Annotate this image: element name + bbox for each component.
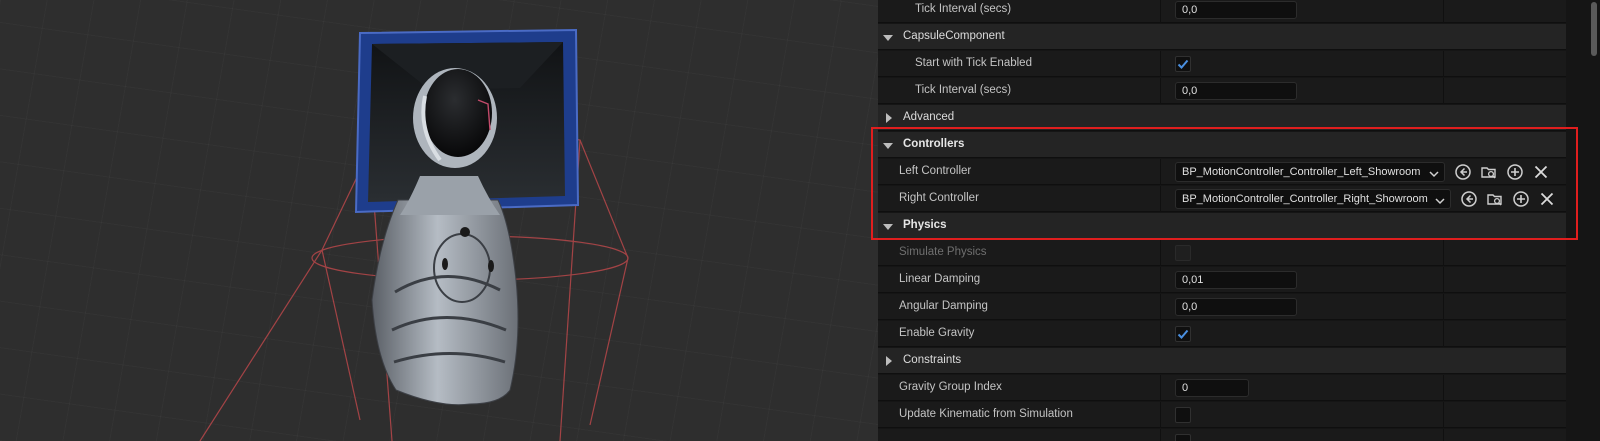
row-start-tick: Start with Tick Enabled xyxy=(878,51,1566,77)
property-label-gravity-group: Gravity Group Index xyxy=(899,381,1002,393)
property-value-cell xyxy=(1161,429,1444,441)
property-value-cell: 0 xyxy=(1161,375,1444,401)
partial-row-checkbox[interactable] xyxy=(1175,434,1191,441)
row-tick-interval-1: Tick Interval (secs) 0,0 xyxy=(878,0,1566,23)
row-constraints[interactable]: Constraints xyxy=(878,348,1566,374)
left-controller-asset-picker[interactable]: BP_MotionController_Controller_Left_Show… xyxy=(1175,162,1445,182)
chevron-down-icon xyxy=(1435,195,1445,208)
row-controllers[interactable]: Controllers xyxy=(878,132,1566,158)
property-label-tick-interval-1: Tick Interval (secs) xyxy=(915,3,1012,15)
expand-arrow-down-icon[interactable] xyxy=(883,224,893,230)
angular-damping-input[interactable]: 0,0 xyxy=(1175,298,1297,316)
simulate-physics-checkbox xyxy=(1175,245,1191,261)
property-label-start-tick: Start with Tick Enabled xyxy=(915,57,1032,69)
property-name-cell: Tick Interval (secs) xyxy=(878,0,1161,23)
property-label-right-controller: Right Controller xyxy=(899,192,979,204)
category-label-physics: Physics xyxy=(903,219,947,231)
add-icon[interactable] xyxy=(1512,190,1530,208)
row-tick-interval-2: Tick Interval (secs) 0,0 xyxy=(878,78,1566,104)
property-label-tick-interval-2: Tick Interval (secs) xyxy=(915,84,1012,96)
row-partial-row xyxy=(878,429,1566,441)
tick-interval-1-input[interactable]: 0,0 xyxy=(1175,1,1297,19)
browse-asset-icon[interactable] xyxy=(1454,163,1472,181)
row-right-controller: Right Controller BP_MotionController_Cont… xyxy=(878,186,1566,212)
category-label-controllers: Controllers xyxy=(903,138,965,150)
row-update-kinematic: Update Kinematic from Simulation xyxy=(878,402,1566,428)
tick-interval-2-input[interactable]: 0,0 xyxy=(1175,82,1297,100)
property-value-cell: 0,01 xyxy=(1161,267,1444,293)
property-label-enable-gravity: Enable Gravity xyxy=(899,327,975,339)
row-linear-damping: Linear Damping 0,01 xyxy=(878,267,1566,293)
property-name-cell xyxy=(878,429,1161,441)
details-panel: Tick Interval (secs) 0,0 CapsuleComponent S… xyxy=(878,0,1600,441)
right-controller-asset-picker[interactable]: BP_MotionController_Controller_Right_Sho… xyxy=(1175,189,1451,209)
property-value-cell: 0,0 xyxy=(1161,294,1444,320)
property-label-angular-damping: Angular Damping xyxy=(899,300,988,312)
property-label-left-controller: Left Controller xyxy=(899,165,972,177)
row-advanced[interactable]: Advanced xyxy=(878,105,1566,131)
expand-arrow-right-icon[interactable] xyxy=(886,356,892,366)
row-simulate-physics: Simulate Physics xyxy=(878,240,1566,266)
expand-arrow-down-icon[interactable] xyxy=(883,143,893,149)
row-gravity-group: Gravity Group Index 0 xyxy=(878,375,1566,401)
chevron-down-icon xyxy=(1429,168,1439,181)
start-tick-checkbox[interactable] xyxy=(1175,56,1191,72)
gravity-group-input[interactable]: 0 xyxy=(1175,379,1249,397)
row-angular-damping: Angular Damping 0,0 xyxy=(878,294,1566,320)
property-value-cell: 0,0 xyxy=(1161,0,1444,23)
property-value-cell xyxy=(1161,321,1444,347)
row-physics[interactable]: Physics xyxy=(878,213,1566,239)
update-kinematic-checkbox[interactable] xyxy=(1175,407,1191,423)
property-name-cell: Enable Gravity xyxy=(878,321,1161,347)
property-name-cell: Tick Interval (secs) xyxy=(878,78,1161,104)
property-name-cell: Update Kinematic from Simulation xyxy=(878,402,1161,428)
category-label-capsule: CapsuleComponent xyxy=(903,30,1005,42)
expand-arrow-down-icon[interactable] xyxy=(883,35,893,41)
details-scrollbar[interactable] xyxy=(1590,0,1598,441)
property-name-cell: Left Controller xyxy=(878,159,1161,185)
category-label-advanced: Advanced xyxy=(903,111,955,123)
category-label-constraints: Constraints xyxy=(903,354,962,366)
property-value-cell: BP_MotionController_Controller_Right_Sho… xyxy=(1161,186,1451,212)
row-enable-gravity: Enable Gravity xyxy=(878,321,1566,347)
property-name-cell: Linear Damping xyxy=(878,267,1161,293)
linear-damping-input[interactable]: 0,01 xyxy=(1175,271,1297,289)
property-name-cell: Simulate Physics xyxy=(878,240,1161,266)
property-label-linear-damping: Linear Damping xyxy=(899,273,981,285)
property-name-cell: Angular Damping xyxy=(878,294,1161,320)
property-label-simulate-physics: Simulate Physics xyxy=(899,246,987,258)
property-value-cell: BP_MotionController_Controller_Left_Show… xyxy=(1161,159,1445,185)
property-name-cell: Gravity Group Index xyxy=(878,375,1161,401)
left-controller-asset-name: BP_MotionController_Controller_Left_Show… xyxy=(1182,166,1421,178)
property-value-cell xyxy=(1161,51,1444,77)
property-value-cell xyxy=(1161,402,1444,428)
add-icon[interactable] xyxy=(1506,163,1524,181)
row-left-controller: Left Controller BP_MotionController_Contr… xyxy=(878,159,1566,185)
clear-icon[interactable] xyxy=(1538,190,1556,208)
property-name-cell: Start with Tick Enabled xyxy=(878,51,1161,77)
property-label-update-kinematic: Update Kinematic from Simulation xyxy=(899,408,1073,420)
clear-icon[interactable] xyxy=(1532,163,1550,181)
viewport[interactable] xyxy=(0,0,878,441)
property-value-cell: 0,0 xyxy=(1161,78,1444,104)
browse-asset-icon[interactable] xyxy=(1460,190,1478,208)
enable-gravity-checkbox[interactable] xyxy=(1175,326,1191,342)
scrollbar-thumb[interactable] xyxy=(1591,2,1597,56)
expand-arrow-right-icon[interactable] xyxy=(886,113,892,123)
find-in-content-browser-icon[interactable] xyxy=(1486,190,1504,208)
right-controller-asset-name: BP_MotionController_Controller_Right_Sho… xyxy=(1182,193,1428,205)
property-name-cell: Right Controller xyxy=(878,186,1161,212)
property-value-cell xyxy=(1161,240,1444,266)
row-capsule[interactable]: CapsuleComponent xyxy=(878,24,1566,50)
find-in-content-browser-icon[interactable] xyxy=(1480,163,1498,181)
viewport-scene xyxy=(199,28,629,441)
